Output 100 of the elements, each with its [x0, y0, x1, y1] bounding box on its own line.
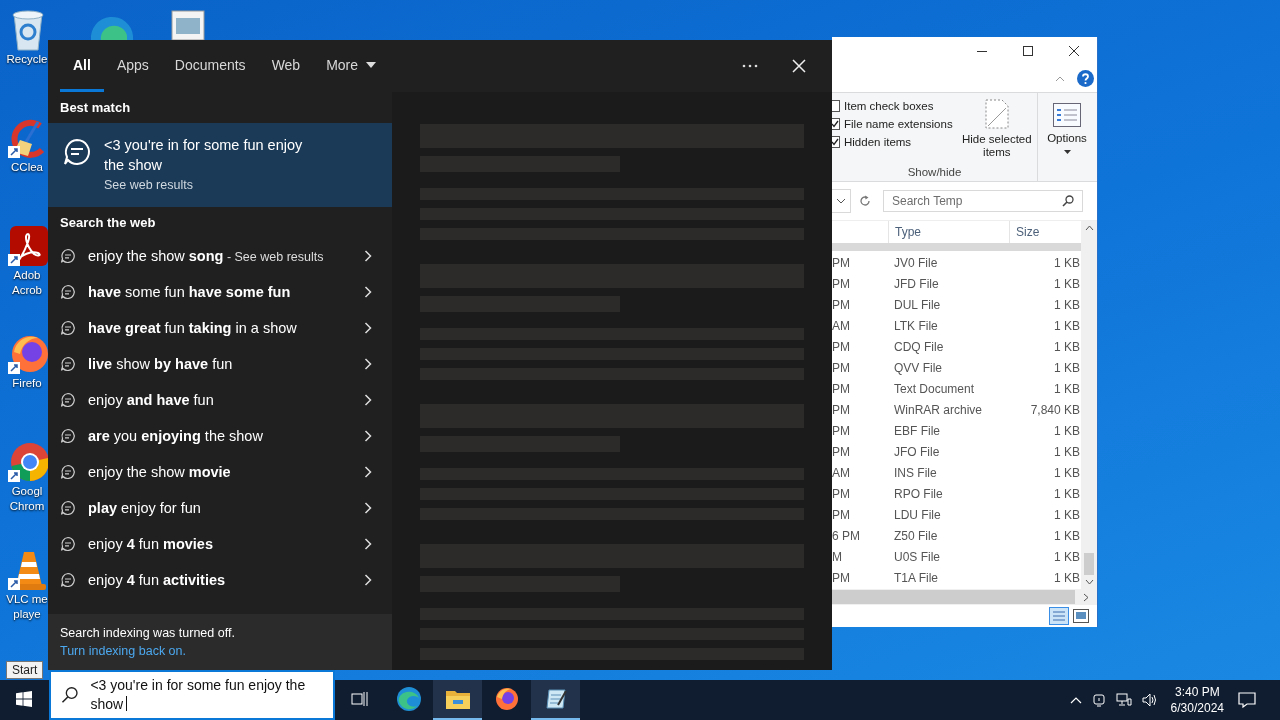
table-cell-text: T1A File: [894, 570, 939, 585]
chevron-down-icon: [836, 198, 846, 204]
hide-selected-items-button[interactable]: Hide selected items: [956, 93, 1037, 166]
collapse-ribbon-icon[interactable]: [1055, 75, 1065, 82]
checkbox-label: Hidden items: [844, 136, 912, 148]
table-cell-text: U0S File: [894, 549, 941, 564]
chat-bubble-icon: [60, 464, 76, 480]
large-icons-view-icon[interactable]: [1073, 609, 1089, 623]
chevron-right-icon: [364, 430, 372, 442]
chat-bubble-icon: [60, 248, 76, 264]
table-cell-text: LDU File: [894, 507, 942, 522]
filter-tab[interactable]: More: [313, 40, 390, 92]
table-cell-text: QVV File: [894, 360, 943, 375]
column-header[interactable]: Size: [1010, 221, 1040, 243]
table-cell-text: 1 KB: [1053, 507, 1080, 522]
taskbar-app-button[interactable]: [433, 680, 482, 720]
search-field[interactable]: <3 you're in for some fun enjoy the show: [49, 670, 335, 720]
web-suggestion[interactable]: play enjoy for fun: [48, 490, 392, 526]
chevron-right-icon: [364, 286, 372, 298]
windows-logo-icon: [16, 691, 32, 707]
ribbon-group-label: Show/hide: [906, 166, 963, 180]
scroll-thumb[interactable]: [832, 590, 1075, 604]
help-icon[interactable]: [1077, 70, 1094, 87]
text-cursor: [126, 696, 128, 711]
edge-icon: [395, 686, 422, 712]
filter-tab[interactable]: Documents: [161, 40, 259, 92]
web-suggestion[interactable]: enjoy the show movie: [48, 454, 392, 490]
filter-tab[interactable]: Web: [258, 40, 314, 92]
checkbox-label: Item check boxes: [844, 100, 934, 112]
network-icon[interactable]: [1115, 693, 1132, 707]
document-icon[interactable]: [171, 10, 205, 40]
chat-bubble-icon: [60, 320, 76, 336]
table-cell-text: AM: [832, 465, 851, 480]
clock-date[interactable]: 6/30/2024: [1170, 700, 1224, 716]
table-cell-text: AM: [832, 318, 851, 333]
table-cell-text: M: [832, 549, 843, 564]
table-cell-text: PM: [832, 276, 851, 291]
table-cell-text: PM: [832, 444, 851, 459]
table-cell-text: PM: [832, 339, 851, 354]
table-cell-text: 1 KB: [1053, 255, 1080, 270]
table-cell-text: PM: [832, 402, 851, 417]
web-suggestion[interactable]: enjoy 4 fun activities: [48, 562, 392, 598]
scroll-up-icon: [1084, 225, 1094, 231]
web-suggestion[interactable]: have great fun taking in a show: [48, 310, 392, 346]
caret-icon: [366, 61, 377, 68]
web-suggestion[interactable]: enjoy 4 fun movies: [48, 526, 392, 562]
turn-indexing-on-link[interactable]: Turn indexing back on.: [60, 644, 380, 658]
filter-tab[interactable]: All: [60, 40, 104, 92]
device-icon[interactable]: [1091, 693, 1106, 707]
close-icon[interactable]: [792, 59, 806, 73]
chevron-right-icon: [364, 466, 372, 478]
table-cell-text: PM: [832, 486, 851, 501]
web-suggestion[interactable]: enjoy the show song - See web results: [48, 238, 392, 274]
more-options-icon[interactable]: [742, 64, 758, 68]
notifications-icon[interactable]: [1238, 692, 1256, 708]
chat-bubble-icon: [60, 536, 76, 552]
clock-time[interactable]: 3:40 PM: [1174, 684, 1220, 700]
filter-tab[interactable]: Apps: [103, 40, 162, 92]
table-cell-text: 1 KB: [1053, 465, 1080, 480]
chevron-right-icon: [364, 574, 372, 586]
chrome-icon[interactable]: [8, 440, 48, 484]
web-suggestion[interactable]: have some fun have some fun: [48, 274, 392, 310]
vertical-scrollbar[interactable]: [1081, 221, 1097, 589]
desktop-icon-label: Googl: [11, 484, 43, 499]
chat-bubble-icon: [60, 356, 76, 372]
web-suggestion[interactable]: are you enjoying the show: [48, 418, 392, 454]
table-cell-text: LTK File: [894, 318, 939, 333]
options-button[interactable]: Options: [1038, 93, 1096, 181]
table-cell-text: 1 KB: [1053, 339, 1080, 354]
chat-bubble-icon: [60, 284, 76, 300]
web-suggestion[interactable]: live show by have fun: [48, 346, 392, 382]
refresh-icon[interactable]: [859, 195, 871, 207]
scroll-thumb[interactable]: [1084, 553, 1094, 575]
chat-bubble-icon: [60, 392, 76, 408]
taskbar-app-button[interactable]: [531, 680, 580, 720]
search-field[interactable]: Search Temp: [883, 190, 1083, 212]
volume-icon[interactable]: [1141, 693, 1158, 707]
chat-bubble-icon: [60, 428, 76, 444]
best-match-result[interactable]: <3 you're in for some fun enjoy the show See web results: [48, 123, 392, 207]
table-cell-text: PM: [832, 360, 851, 375]
checkbox[interactable]: [832, 100, 840, 112]
task-view-icon: [351, 691, 369, 707]
chat-bubble-icon: [60, 572, 76, 588]
table-cell-text: 1 KB: [1053, 486, 1080, 501]
horizontal-scrollbar[interactable]: [832, 589, 1097, 605]
table-cell-text: 1 KB: [1053, 570, 1080, 585]
chat-bubble-icon: [62, 137, 92, 167]
caret-icon: [1063, 150, 1071, 154]
table-cell-text: CDQ File: [894, 339, 945, 354]
table-cell-text: WinRAR archive: [894, 402, 984, 417]
chevron-right-icon: [364, 322, 372, 334]
web-suggestion[interactable]: enjoy and have fun: [48, 382, 392, 418]
acrobat-icon[interactable]: [8, 224, 48, 268]
chevron-right-icon: [364, 394, 372, 406]
table-cell-text: PM: [832, 297, 851, 312]
desktop-icon-label: playe: [13, 607, 41, 622]
show-hidden-icons-icon[interactable]: [1069, 696, 1082, 704]
search-icon: [1062, 195, 1074, 207]
table-cell-text: PM: [832, 423, 851, 438]
checkbox-label: File name extensions: [844, 118, 953, 130]
